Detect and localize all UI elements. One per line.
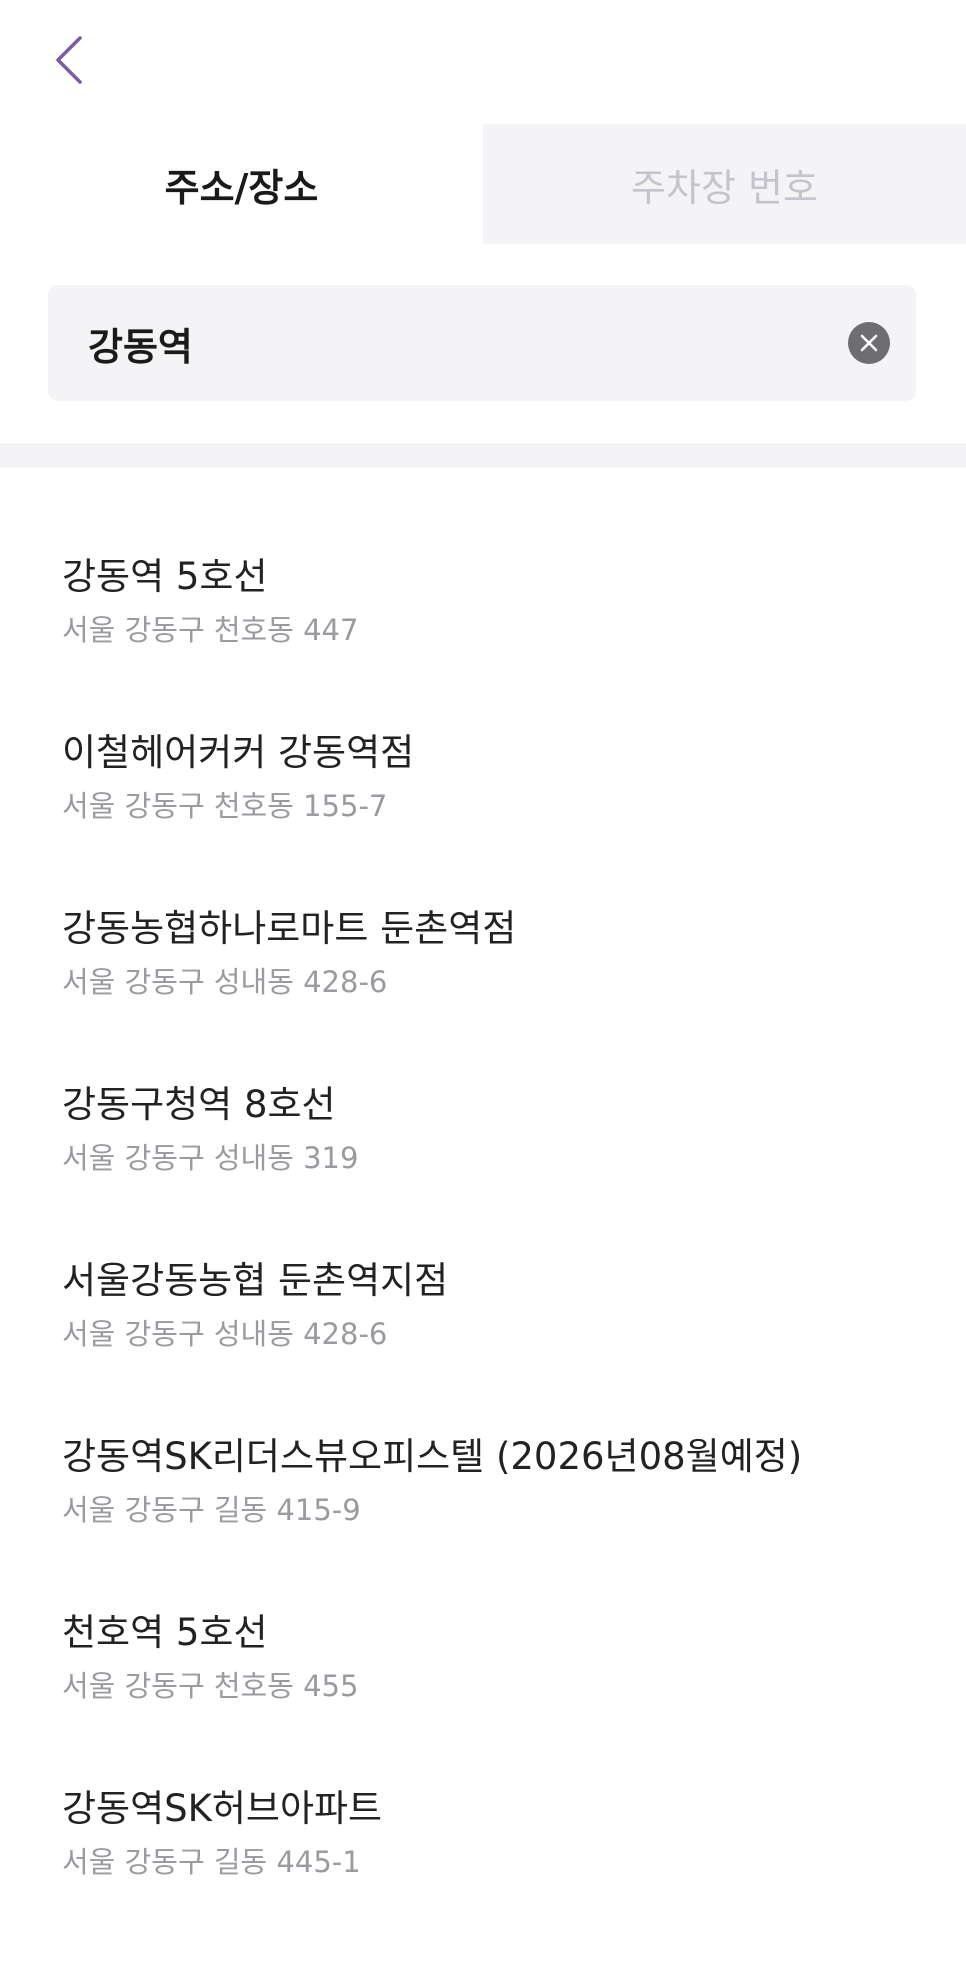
result-address: 서울 강동구 천호동 447 [62,613,359,647]
result-address: 서울 강동구 성내동 428-6 [62,965,388,999]
section-divider [0,443,966,467]
tab-label: 주차장 번호 [631,165,818,210]
result-item[interactable]: 서울강동농협 둔촌역지점 서울 강동구 성내동 428-6 [0,1259,966,1435]
result-item[interactable]: 강동농협하나로마트 둔촌역점 서울 강동구 성내동 428-6 [0,907,966,1083]
result-item[interactable]: 이철헤어커커 강동역점 서울 강동구 천호동 155-7 [0,731,966,907]
result-name: 천호역 5호선 [62,1611,268,1654]
result-address: 서울 강동구 천호동 455 [62,1669,359,1703]
result-address: 서울 강동구 성내동 319 [62,1141,359,1175]
result-item[interactable]: 강동구청역 8호선 서울 강동구 성내동 319 [0,1083,966,1259]
clear-circle-icon [860,334,878,352]
result-name: 서울강동농협 둔촌역지점 [62,1259,449,1302]
result-address: 서울 강동구 성내동 428-6 [62,1317,388,1351]
result-item[interactable]: 강동역SK허브아파트 서울 강동구 길동 445-1 [0,1787,966,1963]
result-item[interactable]: 강동역 5호선 서울 강동구 천호동 447 [0,555,966,731]
result-address: 서울 강동구 천호동 155-7 [62,789,388,823]
clear-search-button[interactable] [848,322,890,364]
result-address: 서울 강동구 길동 445-1 [62,1845,361,1879]
result-name: 강동역SK리더스뷰오피스텔 (2026년08월예정) [62,1435,803,1478]
tab-address-place[interactable]: 주소/장소 [0,124,483,244]
result-name: 강동구청역 8호선 [62,1083,336,1126]
back-button[interactable] [52,30,100,90]
tab-parking-number[interactable]: 주차장 번호 [483,124,966,244]
search-box [48,285,916,401]
result-item[interactable]: 천호역 5호선 서울 강동구 천호동 455 [0,1611,966,1787]
tab-bar: 주소/장소 주차장 번호 [0,124,966,244]
result-name: 강동역 5호선 [62,555,268,598]
result-name: 이철헤어커커 강동역점 [62,731,415,774]
result-name: 강동역SK허브아파트 [62,1787,383,1830]
tab-label: 주소/장소 [164,165,319,210]
search-input[interactable] [88,321,848,365]
search-results-list: 강동역 5호선 서울 강동구 천호동 447 이철헤어커커 강동역점 서울 강동… [0,555,966,1963]
result-name: 강동농협하나로마트 둔촌역점 [62,907,517,950]
result-address: 서울 강동구 길동 415-9 [62,1493,361,1527]
chevron-left-icon [56,36,82,84]
result-item[interactable]: 강동역SK리더스뷰오피스텔 (2026년08월예정) 서울 강동구 길동 415… [0,1435,966,1611]
